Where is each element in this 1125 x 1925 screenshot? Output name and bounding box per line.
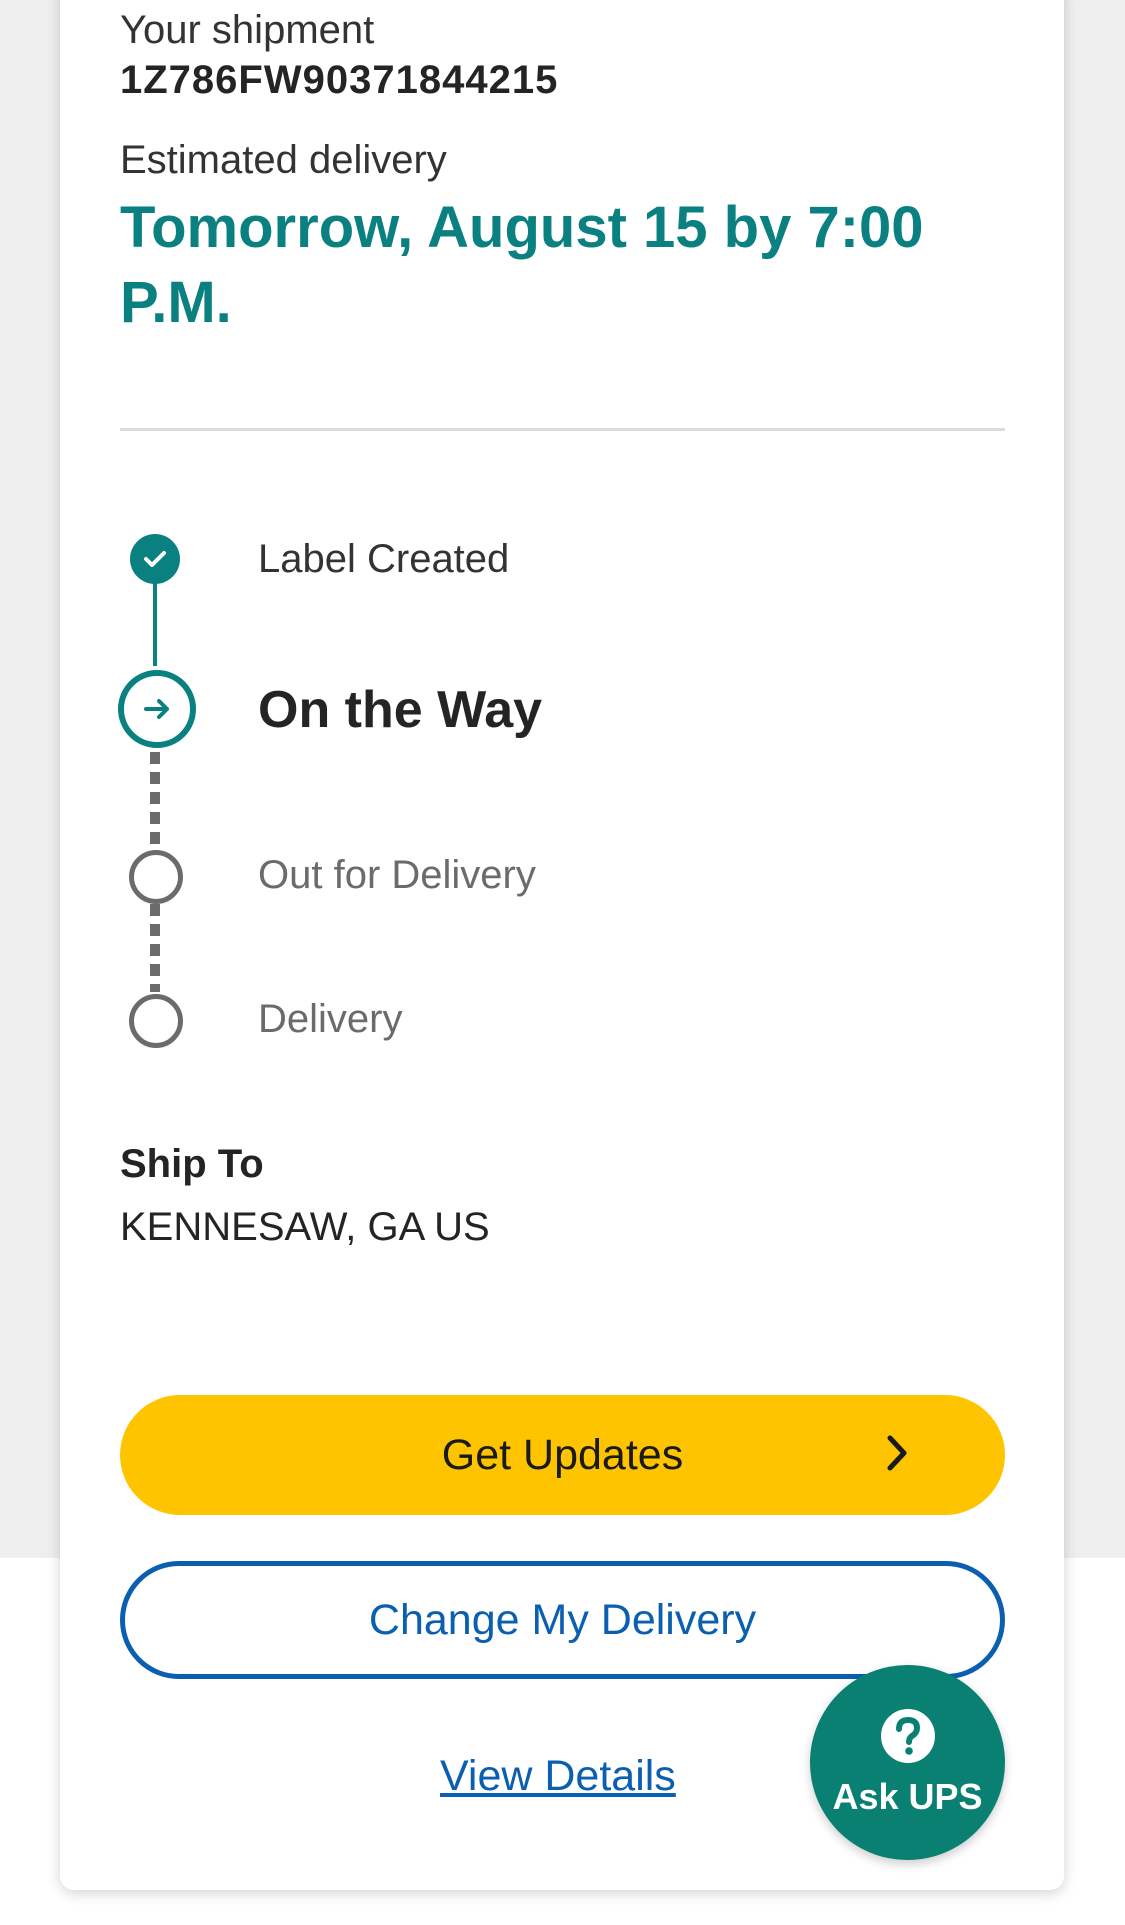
ship-to-address: KENNESAW, GA US [120,1205,490,1249]
change-my-delivery-label: Change My Delivery [368,1595,757,1644]
step-on-the-way: On the Way [258,681,543,739]
ship-to-label: Ship To [120,1142,264,1186]
step-delivery: Delivery [258,997,403,1041]
progress-line-pending [150,904,160,992]
view-details-link[interactable]: View Details [440,1752,676,1801]
circle-icon [129,850,183,904]
shipment-label: Your shipment [120,8,375,52]
ask-ups-button[interactable]: Ask UPS [810,1665,1005,1860]
arrow-right-icon [118,670,196,748]
get-updates-label: Get Updates [441,1430,684,1479]
chevron-right-icon [884,1433,910,1484]
change-my-delivery-button[interactable]: Change My Delivery [120,1561,1005,1679]
ask-ups-label: Ask UPS [832,1776,983,1817]
check-icon [130,534,180,584]
tracking-number: 1Z786FW90371844215 [120,58,559,102]
progress-line-pending [150,752,160,844]
tracking-screen: Your shipment 1Z786FW90371844215 Estimat… [0,0,1125,1925]
estimated-delivery-label: Estimated delivery [120,138,447,182]
progress-line-complete [153,580,157,666]
step-label-created: Label Created [258,537,510,581]
question-circle-icon [879,1707,937,1770]
step-out-for-delivery: Out for Delivery [258,853,536,897]
get-updates-button[interactable]: Get Updates [120,1395,1005,1515]
divider [120,428,1005,431]
circle-icon [129,994,183,1048]
estimated-delivery-date: Tomorrow, August 15 by 7:00 P.M. [120,195,924,335]
